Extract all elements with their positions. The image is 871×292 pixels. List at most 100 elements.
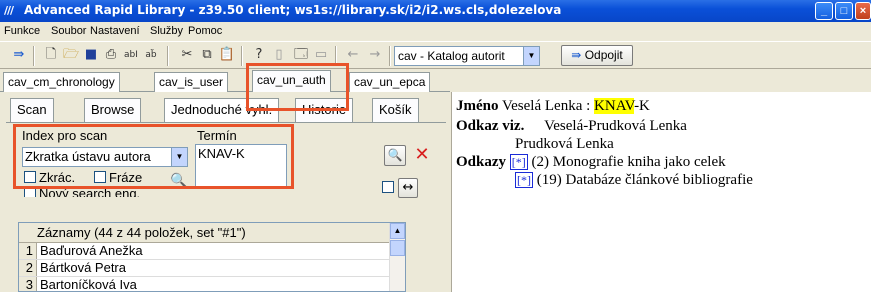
odkazy-label: Odkazy <box>456 154 507 170</box>
menu-bar: Funkce Soubor Nastavení Služby Pomoc <box>0 22 871 40</box>
checkbox-box <box>24 187 36 197</box>
chevron-down-icon: ▼ <box>523 47 539 65</box>
toolbar-separator <box>389 46 391 66</box>
menu-soubor[interactable]: Soubor <box>51 25 86 37</box>
menu-funkce[interactable]: Funkce <box>4 25 40 37</box>
catalog-select[interactable]: cav - Katalog autorit ▼ <box>394 46 540 66</box>
index-select[interactable]: Zkratka ústavu autora ▼ <box>22 147 188 167</box>
tab-cav-un-epca[interactable]: cav_un_epca <box>349 72 431 92</box>
abl-icon[interactable]: abI <box>122 46 140 64</box>
back-arrow-icon[interactable]: ← <box>344 46 362 64</box>
app-icon: /// <box>4 4 14 17</box>
subtab-scan[interactable]: Scan <box>10 98 54 122</box>
subtab-browse[interactable]: Browse <box>84 98 142 122</box>
menu-sluzby[interactable]: Služby <box>150 25 183 37</box>
save-icon[interactable]: ■ <box>82 46 100 64</box>
novy-search-checkbox[interactable]: Nový search eng. <box>24 186 141 201</box>
close-button[interactable]: × <box>855 2 871 20</box>
tab-cav-is-user[interactable]: cav_is_user <box>154 72 229 92</box>
odkaz-value: Veselá-Prudková Lenka <box>544 118 687 134</box>
new-icon[interactable]: 🗋 <box>42 46 60 64</box>
records-scrollbar[interactable]: ▲ <box>389 223 405 291</box>
term-input[interactable]: KNAV-K <box>195 144 287 188</box>
fraze-label: Fráze <box>109 170 143 185</box>
doc-icon[interactable]: ▯ <box>270 46 288 64</box>
window-icon[interactable]: ▭ <box>312 46 330 64</box>
checkbox-box <box>94 171 106 183</box>
row-name: Bartoníčková Iva <box>40 277 137 292</box>
title-bar: /// Advanced Rapid Library - z39.50 clie… <box>0 0 871 22</box>
paste-icon[interactable]: 📋 <box>218 46 236 64</box>
records-header-label: Záznamy (44 z 44 položek, set "#1") <box>37 225 246 240</box>
tab-cav-cm-chronology[interactable]: cav_cm_chronology <box>3 72 120 92</box>
term-label: Termín <box>197 128 237 143</box>
disconnect-icon: ⇛ <box>571 48 582 62</box>
subtab-divider <box>6 122 446 123</box>
catalog-select-value: cav - Katalog autorit <box>398 49 505 63</box>
toolbar-separator <box>335 46 337 66</box>
print-icon[interactable]: ⎙ <box>102 46 120 64</box>
reference-text: (19) Databáze článkové bibliografie <box>536 172 753 188</box>
jmeno-code: KNAV <box>594 98 635 114</box>
checkbox-box <box>382 181 394 193</box>
table-row[interactable]: 1 Baďurová Anežka <box>19 243 405 260</box>
row-number: 1 <box>19 243 37 259</box>
odkazy-line-2: [*] (19) Databáze článkové bibliografie <box>515 172 753 189</box>
index-label: Index pro scan <box>22 128 108 143</box>
search-icon[interactable]: 🔍 <box>170 172 188 190</box>
fraze-checkbox[interactable]: Fráze <box>94 170 142 185</box>
records-header: Záznamy (44 z 44 položek, set "#1") <box>19 223 405 243</box>
scan-button[interactable]: 🔍 <box>384 145 406 166</box>
clear-icon[interactable]: ✕ <box>412 145 432 165</box>
jmeno-label: Jméno <box>456 98 499 114</box>
disconnect-button[interactable]: ⇛ Odpojit <box>561 45 633 66</box>
magnifier-icon: 🔍 <box>387 148 403 162</box>
novy-search-label: Nový search eng. <box>39 186 141 201</box>
zkrac-checkbox[interactable]: Zkrác. <box>24 170 75 185</box>
menu-nastaveni[interactable]: Nastavení <box>90 25 140 37</box>
resize-arrows-icon: ↔ <box>402 180 414 195</box>
database-tabs: cav_cm_chronology cav_is_user cav_un_aut… <box>0 70 450 93</box>
cut-icon[interactable]: ✂ <box>178 46 196 64</box>
records-list: Záznamy (44 z 44 položek, set "#1") 1 Baď… <box>18 222 406 292</box>
scroll-up-icon[interactable]: ▲ <box>390 223 405 239</box>
subtab-kosik[interactable]: Košík <box>372 98 419 122</box>
menu-pomoc[interactable]: Pomoc <box>188 25 222 37</box>
minimize-button[interactable]: _ <box>815 2 833 20</box>
jmeno-suffix: -K <box>634 98 650 114</box>
disconnect-label: Odpojit <box>584 48 623 62</box>
tab-cav-un-auth[interactable]: cav_un_auth <box>252 70 331 93</box>
scroll-thumb[interactable] <box>390 240 405 256</box>
odkaz-line: Odkaz viz. Veselá-Prudková Lenka <box>456 118 687 135</box>
open-icon[interactable]: 🗁 <box>62 46 80 64</box>
table-row[interactable]: 3 Bartoníčková Iva <box>19 277 405 292</box>
preview-icon[interactable]: 🗔 <box>292 46 310 64</box>
odkazy-line-1: Odkazy [*] (2) Monografie kniha jako cel… <box>456 154 726 171</box>
term-input-value: KNAV-K <box>198 146 245 161</box>
forward-arrow-icon[interactable]: → <box>366 46 384 64</box>
toolbar-separator <box>167 46 169 66</box>
maximize-button[interactable]: □ <box>835 2 853 20</box>
reference-link[interactable]: [*] <box>515 172 533 188</box>
zkrac-label: Zkrác. <box>39 170 76 185</box>
resize-button[interactable]: ↔ <box>398 178 418 198</box>
jmeno-name: Veselá Lenka : <box>501 98 591 114</box>
subtab-jednoduche-vyhl[interactable]: Jednoduché vyhl. <box>164 98 280 122</box>
record-detail: Jméno Veselá Lenka : KNAV-K Odkaz viz. V… <box>451 92 871 292</box>
help-icon[interactable]: ? <box>250 46 268 64</box>
reference-text: (2) Monografie kniha jako celek <box>531 154 726 170</box>
chevron-down-icon: ▼ <box>171 148 187 166</box>
row-name: Baďurová Anežka <box>40 243 143 258</box>
connect-icon[interactable]: ⇛ <box>10 46 28 64</box>
window-title: Advanced Rapid Library - z39.50 client; … <box>24 3 562 17</box>
abc-icon[interactable]: ab̈ <box>142 46 160 64</box>
subtab-historie[interactable]: Historie <box>295 98 354 122</box>
extra-checkbox[interactable] <box>382 180 397 195</box>
toolbar-separator <box>241 46 243 66</box>
reference-link[interactable]: [*] <box>509 154 528 170</box>
table-row[interactable]: 2 Bártková Petra <box>19 260 405 277</box>
copy-icon[interactable]: ⧉ <box>198 46 216 64</box>
row-number: 3 <box>19 277 37 291</box>
odkaz-value-2: Prudková Lenka <box>515 136 614 152</box>
row-name: Bártková Petra <box>40 260 126 275</box>
